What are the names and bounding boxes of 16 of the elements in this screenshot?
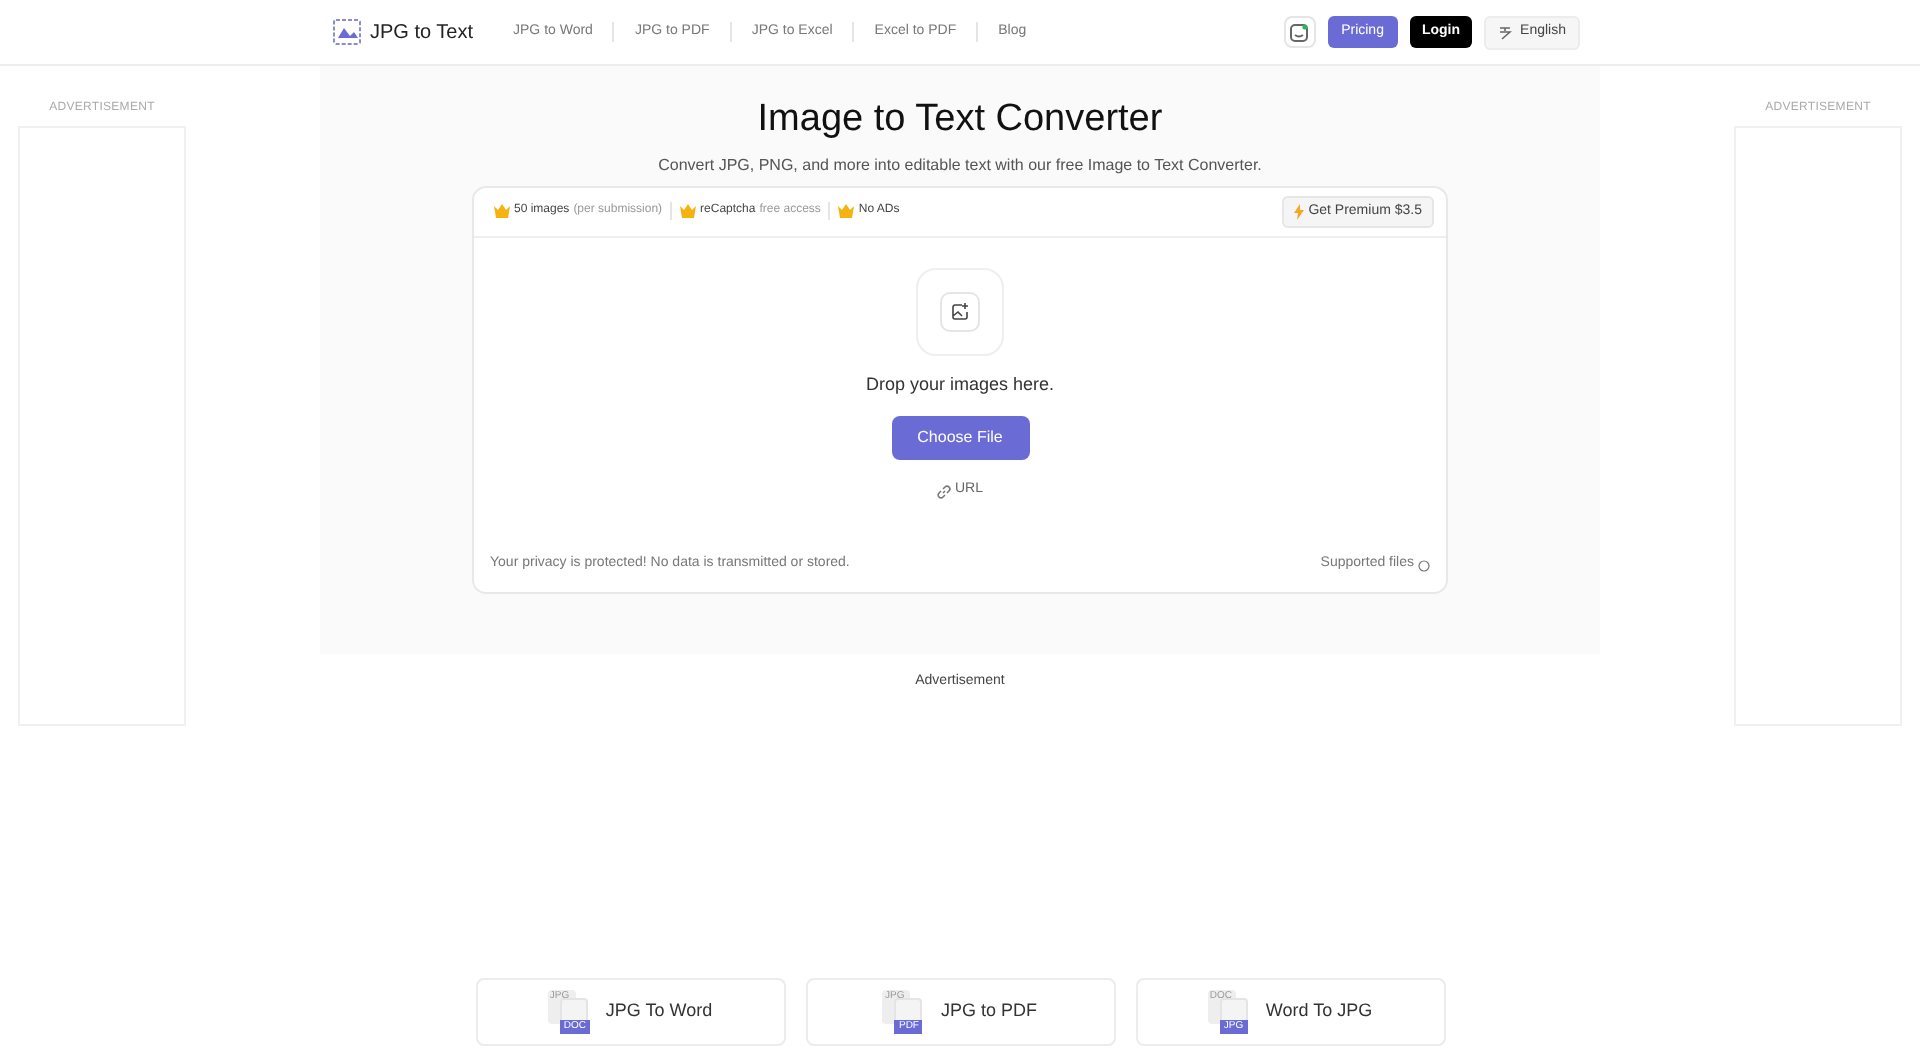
link-icon [936,483,953,499]
crown-icon [838,204,855,219]
image-add-icon [950,301,970,322]
info-icon [1418,559,1430,571]
translate-icon [1498,25,1513,39]
logo-text[interactable]: JPG to Text [370,17,474,47]
page-subtitle: Convert JPG, PNG, and more into editable text with our free Image to Text Converter. [658,153,1262,178]
crown-icon [680,204,697,219]
smiley-icon [1290,23,1309,41]
crown-icon [494,204,510,219]
logo-icon [332,18,362,46]
chat-button[interactable] [1283,16,1316,48]
choose-file-button[interactable]: Choose File [891,416,1029,461]
page-title: Image to Text Converter [757,96,1163,144]
lightning-icon [1294,203,1305,220]
drop-hint: Drop your images here. [865,371,1055,398]
